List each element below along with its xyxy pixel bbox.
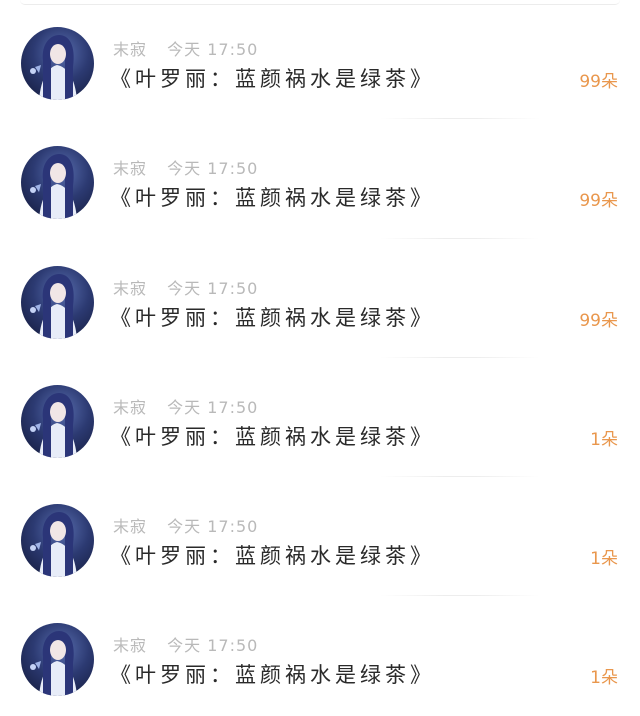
list-item[interactable]: 末寂 今天 17:50 《叶罗丽：蓝颜祸水是绿茶》 99朵 [0,0,640,120]
author-name: 末寂 [113,397,148,417]
message-date: 今天 [167,40,202,59]
message-meta: 末寂 今天 17:50 [113,275,258,299]
message-meta: 末寂 今天 17:50 [113,36,258,60]
message-date: 今天 [167,397,202,417]
flower-count: 99朵 [579,72,618,92]
book-title[interactable]: 《叶罗丽：蓝颜祸水是绿茶》 [110,63,435,93]
flower-count: 99朵 [579,310,618,331]
list-item[interactable]: 末寂 今天 17:50 《叶罗丽：蓝颜祸水是绿茶》 1朵 [0,596,640,715]
author-name: 末寂 [113,278,148,298]
flower-count: 1朵 [590,429,618,450]
message-date: 今天 [167,636,202,656]
book-title[interactable]: 《叶罗丽：蓝颜祸水是绿茶》 [110,302,435,332]
book-title[interactable]: 《叶罗丽：蓝颜祸水是绿茶》 [110,540,435,570]
message-time: 17:50 [207,40,259,59]
avatar[interactable] [21,504,94,578]
book-title[interactable]: 《叶罗丽：蓝颜祸水是绿茶》 [110,182,435,212]
message-time: 17:50 [207,517,259,537]
list-item[interactable]: 末寂 今天 17:50 《叶罗丽：蓝颜祸水是绿茶》 99朵 [0,239,640,358]
avatar[interactable] [21,27,94,100]
book-title[interactable]: 《叶罗丽：蓝颜祸水是绿茶》 [110,659,435,689]
message-meta: 末寂 今天 17:50 [113,632,258,656]
message-date: 今天 [167,278,202,298]
avatar[interactable] [21,146,94,220]
flower-count: 99朵 [579,191,618,212]
author-name: 末寂 [113,40,148,59]
message-meta: 末寂 今天 17:50 [113,513,258,537]
message-date: 今天 [167,159,202,179]
message-meta: 末寂 今天 17:50 [113,155,258,179]
author-name: 末寂 [113,159,148,179]
list-item[interactable]: 末寂 今天 17:50 《叶罗丽：蓝颜祸水是绿茶》 99朵 [0,119,640,239]
book-title[interactable]: 《叶罗丽：蓝颜祸水是绿茶》 [110,421,435,451]
message-time: 17:50 [207,636,259,656]
message-date: 今天 [167,517,202,537]
gift-message-list: 末寂 今天 17:50 《叶罗丽：蓝颜祸水是绿茶》 99朵 末寂 今天 17:5… [0,0,640,716]
avatar[interactable] [21,623,94,697]
avatar[interactable] [21,384,94,458]
avatar[interactable] [21,265,94,339]
author-name: 末寂 [113,517,148,537]
message-time: 17:50 [207,278,259,298]
flower-count: 1朵 [590,549,618,570]
message-meta: 末寂 今天 17:50 [113,394,258,418]
list-item[interactable]: 末寂 今天 17:50 《叶罗丽：蓝颜祸水是绿茶》 1朵 [0,477,640,597]
list-item[interactable]: 末寂 今天 17:50 《叶罗丽：蓝颜祸水是绿茶》 1朵 [0,358,640,478]
message-time: 17:50 [207,397,259,417]
author-name: 末寂 [113,636,148,656]
message-time: 17:50 [207,159,259,179]
flower-count: 1朵 [590,668,618,689]
